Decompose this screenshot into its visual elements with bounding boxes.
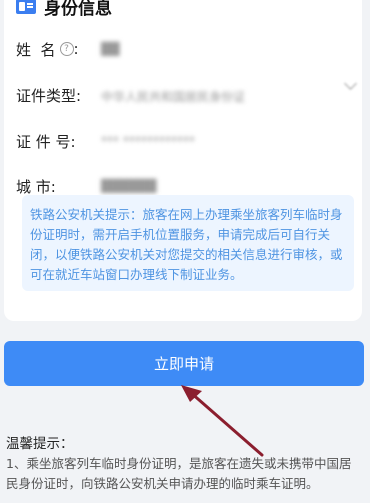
city-value[interactable]: ██████ bbox=[101, 179, 156, 193]
id-type-row[interactable]: 证件类型: bbox=[16, 83, 81, 107]
police-notice: 铁路公安机关提示：旅客在网上办理乘坐旅客列车临时身份证明时，需开启手机位置服务，… bbox=[22, 195, 354, 291]
tips-body: 1、乘坐旅客列车临时身份证明，是旅客在遗失或未携带中国居民身份证时，向铁路公安机… bbox=[6, 456, 352, 491]
city-label: 城 市: bbox=[16, 177, 56, 196]
name-value[interactable]: ██ bbox=[101, 42, 119, 56]
id-number-value[interactable]: *** ************ bbox=[101, 134, 195, 148]
id-card-icon bbox=[16, 0, 36, 14]
identity-card: 身份信息 姓 名 ? : ██ 证件类型: 中华人民共和国居民身份证 证 件 号… bbox=[4, 0, 362, 321]
id-number-row[interactable]: 证 件 号: bbox=[16, 129, 76, 153]
id-type-value[interactable]: 中华人民共和国居民身份证 bbox=[101, 88, 245, 105]
tips-title: 温馨提示： bbox=[6, 436, 74, 452]
section-header: 身份信息 bbox=[16, 0, 112, 19]
apply-now-button[interactable]: 立即申请 bbox=[4, 341, 364, 386]
help-icon[interactable]: ? bbox=[59, 42, 74, 56]
name-label: 姓 名 bbox=[16, 40, 56, 59]
chevron-down-icon[interactable] bbox=[344, 77, 357, 90]
name-row[interactable]: 姓 名 ? : bbox=[16, 37, 79, 61]
id-number-label: 证 件 号: bbox=[16, 132, 76, 151]
id-type-label: 证件类型: bbox=[16, 86, 82, 105]
section-title: 身份信息 bbox=[44, 0, 112, 19]
notice-text: 铁路公安机关提示：旅客在网上办理乘坐旅客列车临时身份证明时，需开启手机位置服务，… bbox=[30, 207, 343, 282]
